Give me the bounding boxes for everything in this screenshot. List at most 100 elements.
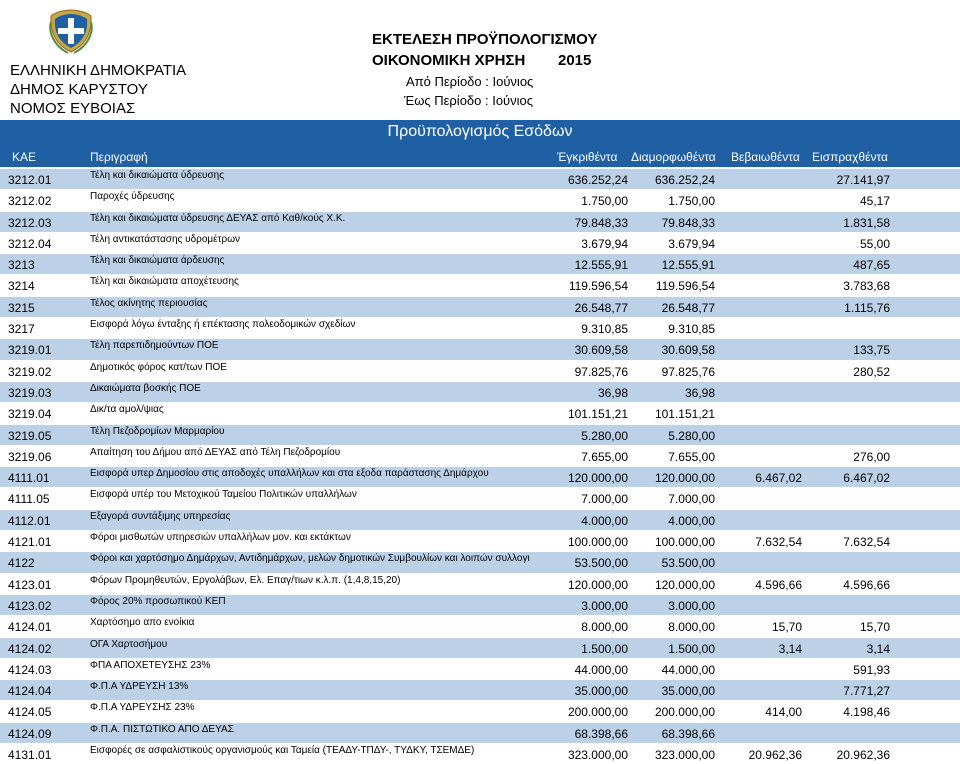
table-row: 3214 Τέλη και δικαιώματα αποχέτευσης 119.5… — [0, 275, 960, 296]
kae-cell: 4131.01 — [8, 748, 52, 763]
description-cell: Δικ/τα αμολ/ψιας — [90, 404, 164, 416]
description-cell: Τέλη και δικαιώματα ύδρευσης — [90, 170, 225, 181]
table-row: 3212.01 Τέλη και δικαιώματα ύδρευσης 636.2… — [0, 169, 960, 190]
table-row: 3212.04 Τέλη αντικατάστασης υδρομέτρων 3.6… — [0, 232, 960, 254]
collected-cell: 276,00 — [853, 449, 890, 464]
kae-cell: 3212.04 — [8, 236, 52, 251]
collected-cell: 3.783,68 — [843, 279, 890, 294]
kae-cell: 4124.03 — [8, 662, 52, 677]
description-cell: Εισφορά υπέρ του Μετοχικού Ταμείου Πολιτ… — [90, 489, 357, 501]
table-row: 4111.05 Εισφορά υπέρ του Μετοχικού Ταμείο… — [0, 488, 960, 509]
shaped-cell: 36,98 — [684, 385, 715, 400]
collected-cell: 20.962,36 — [836, 748, 890, 763]
column-header-approved: Έγκριθέντα — [557, 150, 618, 164]
table-row: 4123.02 Φόρος 20% προσωπικού ΚΕΠ 3.000,00 3… — [0, 594, 960, 616]
kae-cell: 4124.09 — [8, 726, 52, 741]
kae-cell: 3219.01 — [8, 343, 52, 358]
table-row: 3212.02 Παροχές ύδρευσης 1.750,00 1.750,00 4… — [0, 190, 960, 211]
report-header: ΕΛΛΗΝΙΚΗ ΔΗΜΟΚΡΑΤΙΑ ΔΗΜΟΣ ΚΑΡΥΣΤΟΥ ΝΟΜΟΣ… — [0, 0, 960, 118]
collected-cell: 3,14 — [866, 641, 890, 656]
description-cell: Δικαιώματα βοσκής ΠΟΕ — [90, 382, 201, 394]
revenue-table-body: 3212.01 Τέλη και δικαιώματα ύδρευσης 636.2… — [0, 168, 960, 764]
table-row: 4112.01 Εξαγορά συντάξιμης υπηρεσίας 4.000… — [0, 509, 960, 531]
table-row: 4121.01 Φόροι μισθωτών υπηρεσιών υπαλλήλω… — [0, 531, 960, 552]
description-cell: Τέλη αντικατάστασης υδρομέτρων — [90, 233, 241, 245]
collected-cell: 4.596,66 — [843, 577, 890, 592]
description-cell: ΟΓΑ Χαρτοσήμου — [90, 638, 168, 650]
column-header-shaped: Διαμορφωθέντα — [631, 150, 716, 164]
fiscal-year: 2015 — [558, 52, 592, 69]
table-row: 4124.03 ΦΠΑ ΑΠΟΧΕΤΕΥΣΗΣ 23% 44.000,00 44.00… — [0, 658, 960, 680]
kae-cell: 3219.06 — [8, 449, 52, 464]
shaped-cell: 9.310,85 — [668, 322, 715, 337]
table-row: 4111.01 Εισφορά υπερ Δημοσίου στις αποδοχ… — [0, 467, 960, 488]
kae-cell: 3219.05 — [8, 428, 52, 443]
report-title: ΕΚΤΕΛΕΣΗ ΠΡΟΫΠΟΛΟΓΙΣΜΟΥ — [372, 31, 598, 48]
column-header-collected: Εισπραχθέντα — [812, 150, 888, 164]
collected-cell: 55,00 — [859, 236, 890, 251]
shaped-cell: 30.609,58 — [661, 343, 715, 358]
greek-coat-of-arms-icon — [49, 9, 93, 54]
table-row: 4123.01 Φόρων Προμηθευτών, Εργολάβων, Ελ.… — [0, 573, 960, 594]
to-period: Έως Περίοδο : Ιούνιος — [404, 93, 534, 108]
description-cell: Φόρων Προμηθευτών, Εργολάβων, Ελ. Επαγ/τ… — [90, 574, 401, 586]
shaped-cell: 101.151,21 — [654, 407, 715, 422]
description-cell: Φόροι και χαρτόσημο Δημάρχων, Αντιδημάρχ… — [90, 553, 530, 565]
collected-cell: 280,52 — [853, 364, 890, 379]
report-info: ΕΚΤΕΛΕΣΗ ΠΡΟΫΠΟΛΟΓΙΣΜΟΥ ΟΙΚΟΝΟΜΙΚΗ ΧΡΗΣΗ… — [372, 30, 597, 110]
shaped-cell: 53.500,00 — [661, 556, 715, 571]
table-row: 4131.01 Εισφορές σε ασφαλιστικούς οργανισ… — [0, 744, 960, 764]
collected-cell: 15,70 — [859, 620, 890, 635]
description-cell: Απαίτηση του Δήμου από ΔΕΥΑΣ από Τέλη Πε… — [90, 446, 341, 458]
kae-cell: 4124.04 — [8, 684, 52, 699]
shaped-cell: 3.679,94 — [668, 236, 715, 251]
table-row: 4124.05 Φ.Π.Α ΥΔΡΕΥΣΗΣ 23% 200.000,00 200.0… — [0, 701, 960, 722]
shaped-cell: 3.000,00 — [668, 598, 715, 613]
table-row: 3219.01 Τέλη παρεπιδημούντων ΠΟΕ 30.609,58… — [0, 339, 960, 360]
description-cell: Τέλη και δικαιώματα άρδευσης — [90, 255, 225, 267]
description-cell: Φ.Π.Α ΥΔΡΕΥΣΗ 13% — [90, 681, 189, 693]
column-header-description: Περιγραφή — [90, 150, 148, 164]
description-cell: Εισφορά υπερ Δημοσίου στις αποδοχές υπαλ… — [90, 468, 489, 480]
shaped-cell: 68.398,66 — [661, 726, 715, 741]
description-cell: Τέλη και δικαιώματα ύδρευσης ΔΕΥΑΣ από Κ… — [90, 212, 346, 224]
table-row: 3219.02 Δημοτικός φόρος κατ/των ΠΟΕ 97.825… — [0, 360, 960, 381]
kae-cell: 3212.02 — [8, 194, 52, 209]
collected-cell: 133,75 — [853, 343, 890, 358]
description-cell: Τέλος ακίνητης περιουσίας — [90, 297, 208, 309]
org-line-municipality: ΔΗΜΟΣ ΚΑΡΥΣΤΟΥ — [10, 81, 148, 98]
table-row: 4124.01 Χαρτόσημο απο ενοίκια 8.000,00 8.00… — [0, 616, 960, 637]
kae-cell: 4123.02 — [8, 598, 52, 613]
kae-cell: 4111.05 — [8, 492, 50, 507]
shaped-cell: 1.750,00 — [668, 194, 715, 209]
description-cell: Φ.Π.Α. ΠΙΣΤΩΤΙΚΟ ΑΠΟ ΔΕΥΑΣ — [90, 723, 234, 735]
column-header-kae: ΚΑΕ — [12, 150, 37, 164]
description-cell: Τέλη παρεπιδημούντων ΠΟΕ — [90, 340, 219, 352]
description-cell: Παροχές ύδρευσης — [90, 191, 175, 203]
shaped-cell: 5.280,00 — [668, 428, 715, 443]
org-line-country: ΕΛΛΗΝΙΚΗ ΔΗΜΟΚΡΑΤΙΑ — [10, 62, 187, 79]
description-cell: Φ.Π.Α ΥΔΡΕΥΣΗΣ 23% — [90, 702, 195, 714]
description-cell: Τέλη και δικαιώματα αποχέτευσης — [90, 276, 239, 288]
collected-cell: 45,17 — [859, 194, 890, 209]
table-row: 4124.04 Φ.Π.Α ΥΔΡΕΥΣΗ 13% 35.000,00 35.000,… — [0, 680, 960, 701]
collected-cell: 4.198,46 — [843, 705, 890, 720]
kae-cell: 3219.04 — [8, 407, 52, 422]
shaped-cell: 79.848,33 — [661, 215, 715, 230]
description-cell: Φόρος 20% προσωπικού ΚΕΠ — [90, 595, 226, 607]
collected-cell: 6.467,02 — [843, 471, 890, 486]
section-title: Προϋπολογισμός Εσόδων — [387, 123, 573, 140]
table-row: 4122 Φόροι και χαρτόσημο Δημάρχων, Αντιδη… — [0, 552, 960, 573]
table-row: 3213 Τέλη και δικαιώματα άρδευσης 12.555,9… — [0, 254, 960, 275]
table-row: 3219.03 Δικαιώματα βοσκής ΠΟΕ 36,98 36,98 — [0, 381, 960, 403]
kae-cell: 3219.03 — [8, 385, 52, 400]
kae-cell: 3219.02 — [8, 364, 52, 379]
shaped-cell: 7.000,00 — [668, 492, 715, 507]
collected-cell: 1.831,58 — [843, 215, 890, 230]
shaped-cell: 12.555,91 — [661, 258, 715, 273]
collected-cell: 7.632,54 — [843, 535, 890, 550]
table-row: 3219.05 Τέλη Πεζοδρομίων Μαρμαρίου 5.280,0… — [0, 424, 960, 445]
table-row: 4124.02 ΟΓΑ Χαρτοσήμου 1.500,00 1.500,00 3,1… — [0, 637, 960, 658]
kae-cell: 3215 — [8, 300, 35, 315]
kae-cell: 4111.01 — [8, 471, 50, 486]
